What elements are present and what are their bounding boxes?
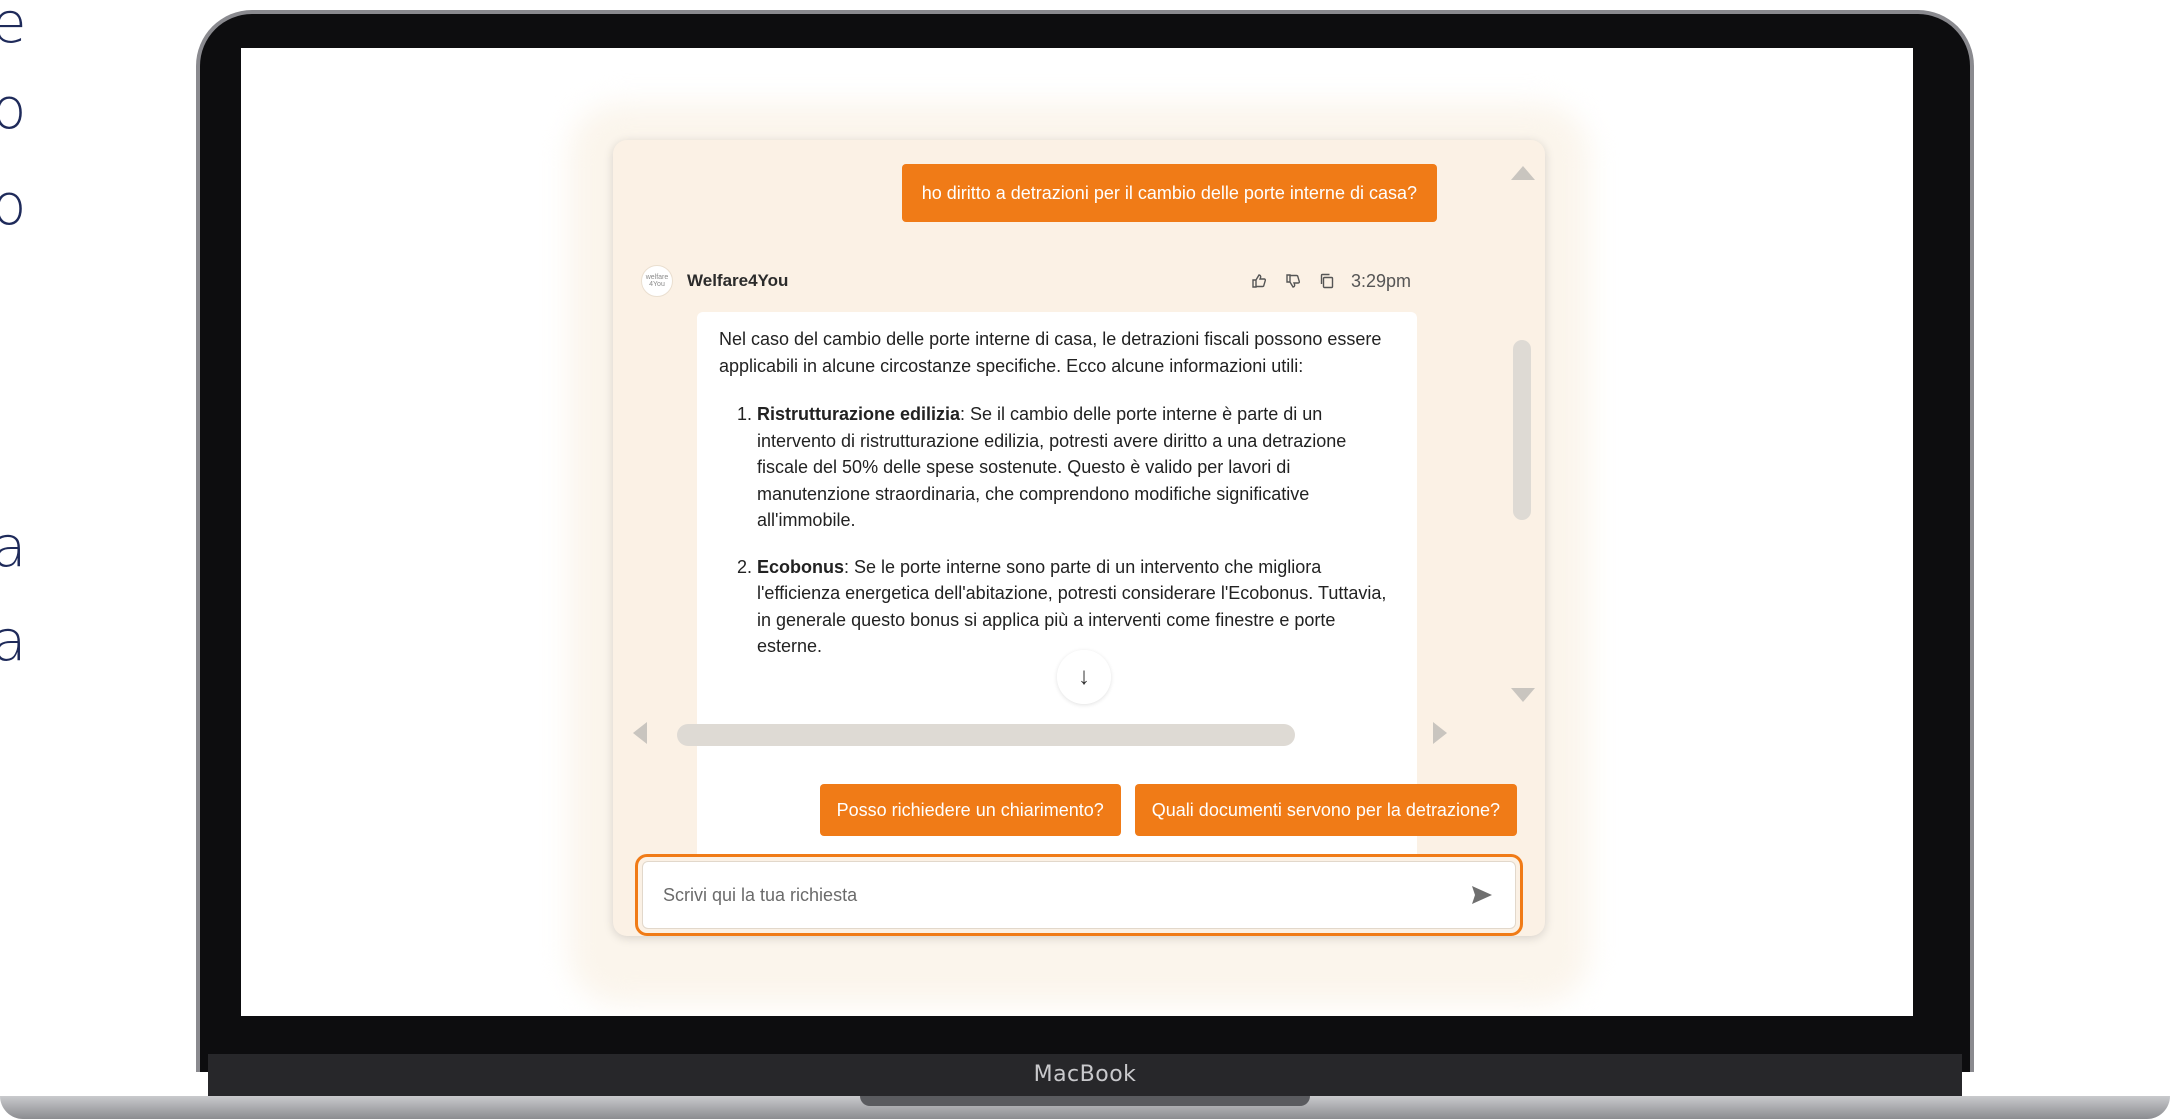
scrollbar-right-arrow[interactable] [1433, 722, 1447, 744]
scrollbar-down-arrow[interactable] [1511, 688, 1535, 702]
scrollbar-left-arrow[interactable] [633, 722, 647, 744]
list-item-text: : Se le porte interne sono parte di un i… [757, 556, 1387, 657]
message-input[interactable] [663, 884, 1469, 906]
suggestion-chip-clarification[interactable]: Posso richiedere un chiarimento? [819, 784, 1121, 836]
copy-icon[interactable] [1317, 271, 1337, 291]
slide-text-fragment: a [0, 515, 27, 580]
user-message: ho diritto a detrazioni per il cambio de… [901, 164, 1437, 222]
message-actions: 3:29pm [1249, 271, 1411, 292]
arrow-down-icon: ↓ [1078, 663, 1090, 690]
laptop-brand-label: MacBook [1033, 1062, 1137, 1087]
suggestion-chips: Posso richiedere un chiarimento? Quali d… [819, 784, 1517, 836]
scroll-to-bottom-button[interactable]: ↓ [1057, 650, 1111, 704]
message-timestamp: 3:29pm [1350, 270, 1411, 291]
bot-name: Welfare4You [687, 271, 789, 290]
bot-avatar: welfare 4You [641, 265, 673, 297]
bot-message-intro: Nel caso del cambio delle porte interne … [719, 329, 1382, 376]
thumbs-down-icon[interactable] [1283, 271, 1303, 291]
message-input-container [635, 854, 1523, 936]
send-icon[interactable] [1469, 882, 1495, 908]
slide-text-fragment: a [0, 609, 27, 674]
list-item-title: Ecobonus [757, 556, 845, 577]
suggestion-chip-documents[interactable]: Quali documenti servono per la detrazion… [1134, 784, 1517, 836]
slide-text-fragment: o [0, 173, 27, 238]
thumbs-up-icon[interactable] [1249, 271, 1269, 291]
slide-text-fragment: o [0, 77, 27, 142]
horizontal-scrollbar-thumb[interactable] [677, 724, 1295, 746]
laptop-notch [860, 1096, 1310, 1106]
list-item: Ecobonus: Se le porte interne sono parte… [757, 554, 1395, 660]
list-item: Ristrutturazione edilizia: Se il cambio … [757, 401, 1395, 534]
scrollbar-up-arrow[interactable] [1511, 166, 1535, 180]
laptop-screen: ho diritto a detrazioni per il cambio de… [241, 48, 1913, 1016]
bot-message-header: welfare 4You Welfare4You 3:29pm [641, 264, 1411, 298]
slide-text-fragment: e [0, 0, 27, 56]
chat-widget: ho diritto a detrazioni per il cambio de… [613, 140, 1545, 936]
vertical-scrollbar-thumb[interactable] [1513, 340, 1531, 520]
list-item-title: Ristrutturazione edilizia [757, 404, 961, 424]
bot-message-list: Ristrutturazione edilizia: Se il cambio … [719, 401, 1395, 660]
message-input-box [642, 861, 1516, 929]
